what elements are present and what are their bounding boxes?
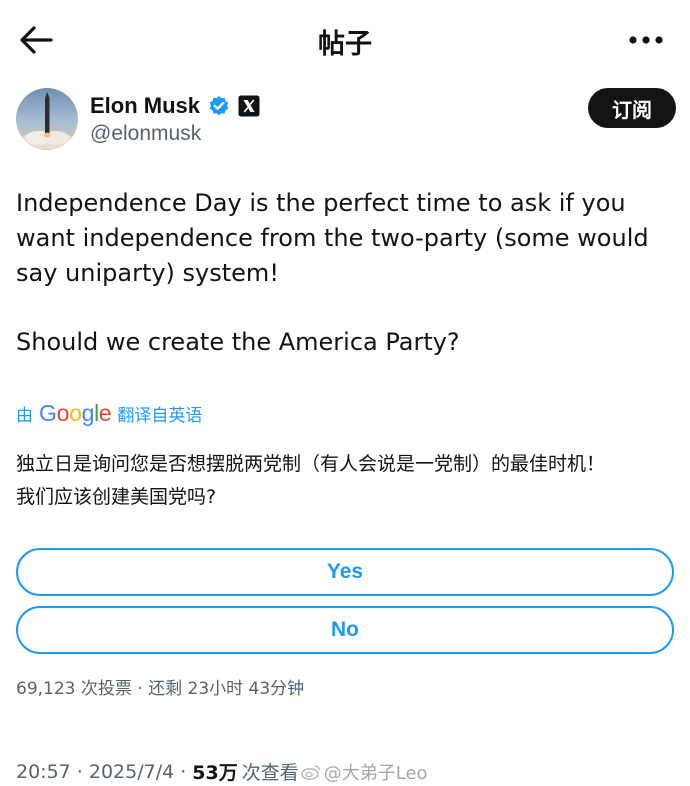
google-logo: Google: [39, 400, 112, 426]
author-name[interactable]: Elon Musk: [90, 93, 200, 119]
page-title: 帖子: [318, 29, 372, 60]
poll-meta: 69,123 次投票 · 还剩 23小时 43分钟: [16, 679, 305, 699]
subscribe-button[interactable]: 订阅: [588, 88, 676, 128]
translated-line-2: 我们应该创建美国党吗?: [16, 486, 217, 508]
translated-text: 独立日是询问您是否想摆脱两党制（有人会说是一党制）的最佳时机！ 我们应该创建美国…: [16, 448, 676, 514]
weibo-watermark: @大弟子Leo: [301, 759, 428, 785]
tweet-text: Independence Day is the perfect time to …: [16, 186, 676, 360]
top-bar: 帖子: [0, 0, 690, 82]
poll-option-no[interactable]: No: [16, 606, 674, 654]
author-handle[interactable]: @elonmusk: [90, 122, 201, 146]
views-count: 53万: [192, 762, 238, 784]
name-row: Elon Musk: [90, 93, 260, 119]
translated-line-1: 独立日是询问您是否想摆脱两党制（有人会说是一党制）的最佳时机！: [16, 453, 606, 475]
poll-option-yes[interactable]: Yes: [16, 548, 674, 596]
rocket-launch-icon: [16, 88, 78, 150]
tweet-paragraph-2: Should we create the America Party?: [16, 328, 460, 356]
more-horizontal-icon: [629, 36, 663, 44]
verified-badge-icon: [208, 95, 230, 117]
views-label: 次查看: [241, 762, 299, 784]
x-logo-icon: [238, 95, 260, 117]
more-options-button[interactable]: [624, 22, 668, 58]
timestamp[interactable]: 20:57 · 2025/7/4 ·: [16, 761, 186, 783]
tweet-paragraph-1: Independence Day is the perfect time to …: [16, 189, 649, 287]
avatar[interactable]: [16, 88, 78, 150]
translation-suffix: 翻译自英语: [117, 406, 203, 426]
watermark-text: @大弟子Leo: [323, 762, 428, 784]
translation-attribution[interactable]: 由 Google 翻译自英语: [16, 400, 202, 427]
tweet-footer: 20:57 · 2025/7/4 · 53万 次查看 @大弟子Leo: [16, 758, 428, 785]
weibo-logo-icon: [301, 764, 320, 780]
tweet-author: Elon Musk @elonmusk 订阅: [16, 88, 676, 154]
translation-prefix: 由: [16, 406, 33, 426]
poll: Yes No: [16, 548, 674, 654]
